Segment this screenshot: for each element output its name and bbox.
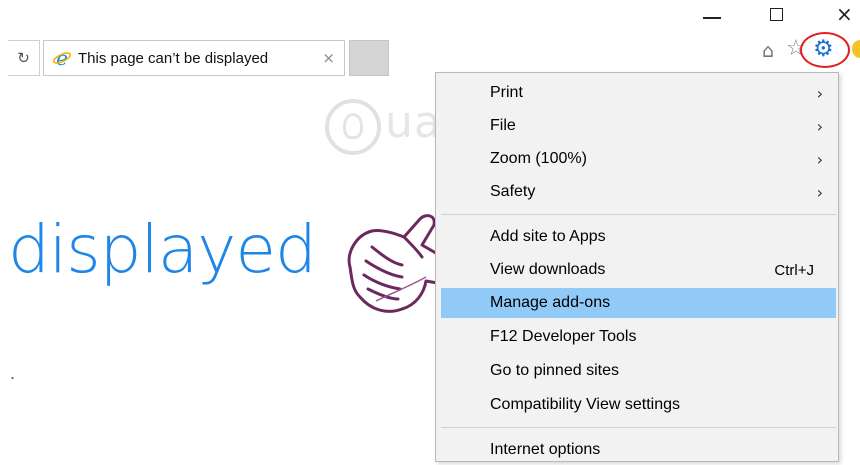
submenu-arrow-icon: › [816,149,823,169]
refresh-button[interactable]: ↻ [8,40,40,76]
minimize-button[interactable] [703,17,721,19]
maximize-button[interactable] [770,8,783,21]
menu-item-label: Go to pinned sites [490,362,619,379]
menu-separator [441,214,836,215]
menu-item-view-downloads[interactable]: View downloads Ctrl+J [441,255,836,285]
menu-item-f12-developer-tools[interactable]: F12 Developer Tools [441,322,836,352]
menu-item-shortcut: Ctrl+J [774,261,814,279]
menu-item-manage-add-ons[interactable]: Manage add-ons [441,288,836,318]
svg-text:e: e [56,48,68,68]
tab-title: This page can’t be displayed [78,49,269,67]
ie-logo-icon: e [52,48,72,68]
menu-item-label: View downloads [490,261,606,278]
menu-item-compatibility-view-settings[interactable]: Compatibility View settings [441,390,836,420]
menu-item-label: Zoom (100%) [490,150,587,167]
menu-item-label: Compatibility View settings [490,396,681,413]
menu-item-go-to-pinned-sites[interactable]: Go to pinned sites [441,356,836,386]
menu-item-label: Add site to Apps [490,228,606,245]
menu-item-label: Manage add-ons [490,294,611,311]
refresh-icon: ↻ [17,49,30,67]
menu-item-zoom[interactable]: Zoom (100%) › [441,144,836,174]
menu-item-file[interactable]: File › [441,111,836,141]
menu-item-print[interactable]: Print › [441,78,836,108]
menu-item-label: Internet options [490,441,601,458]
tools-menu: Print › File › Zoom (100%) › Safety › Ad… [435,72,839,462]
lightbulb-icon [325,99,381,155]
submenu-arrow-icon: › [816,83,823,103]
menu-item-label: File [490,117,516,134]
home-icon[interactable]: ⌂ [762,40,774,62]
browser-tab[interactable]: e This page can’t be displayed × [43,40,345,76]
close-window-button[interactable]: × [836,4,853,24]
feedback-smiley-icon[interactable] [852,40,860,58]
menu-item-safety[interactable]: Safety › [441,177,836,207]
gear-icon[interactable]: ⚙ [813,36,834,62]
menu-item-internet-options[interactable]: Internet options [441,435,836,465]
menu-item-label: Print [490,84,523,101]
error-heading: displayed [8,211,317,288]
menu-item-label: Safety [490,183,536,200]
new-tab-button[interactable] [349,40,389,76]
page-text-fragment: . [10,363,16,383]
submenu-arrow-icon: › [816,116,823,136]
menu-item-add-site-to-apps[interactable]: Add site to Apps [441,222,836,252]
menu-item-label: F12 Developer Tools [490,328,637,345]
submenu-arrow-icon: › [816,182,823,202]
tab-close-icon[interactable]: × [322,49,335,67]
menu-separator [441,427,836,428]
